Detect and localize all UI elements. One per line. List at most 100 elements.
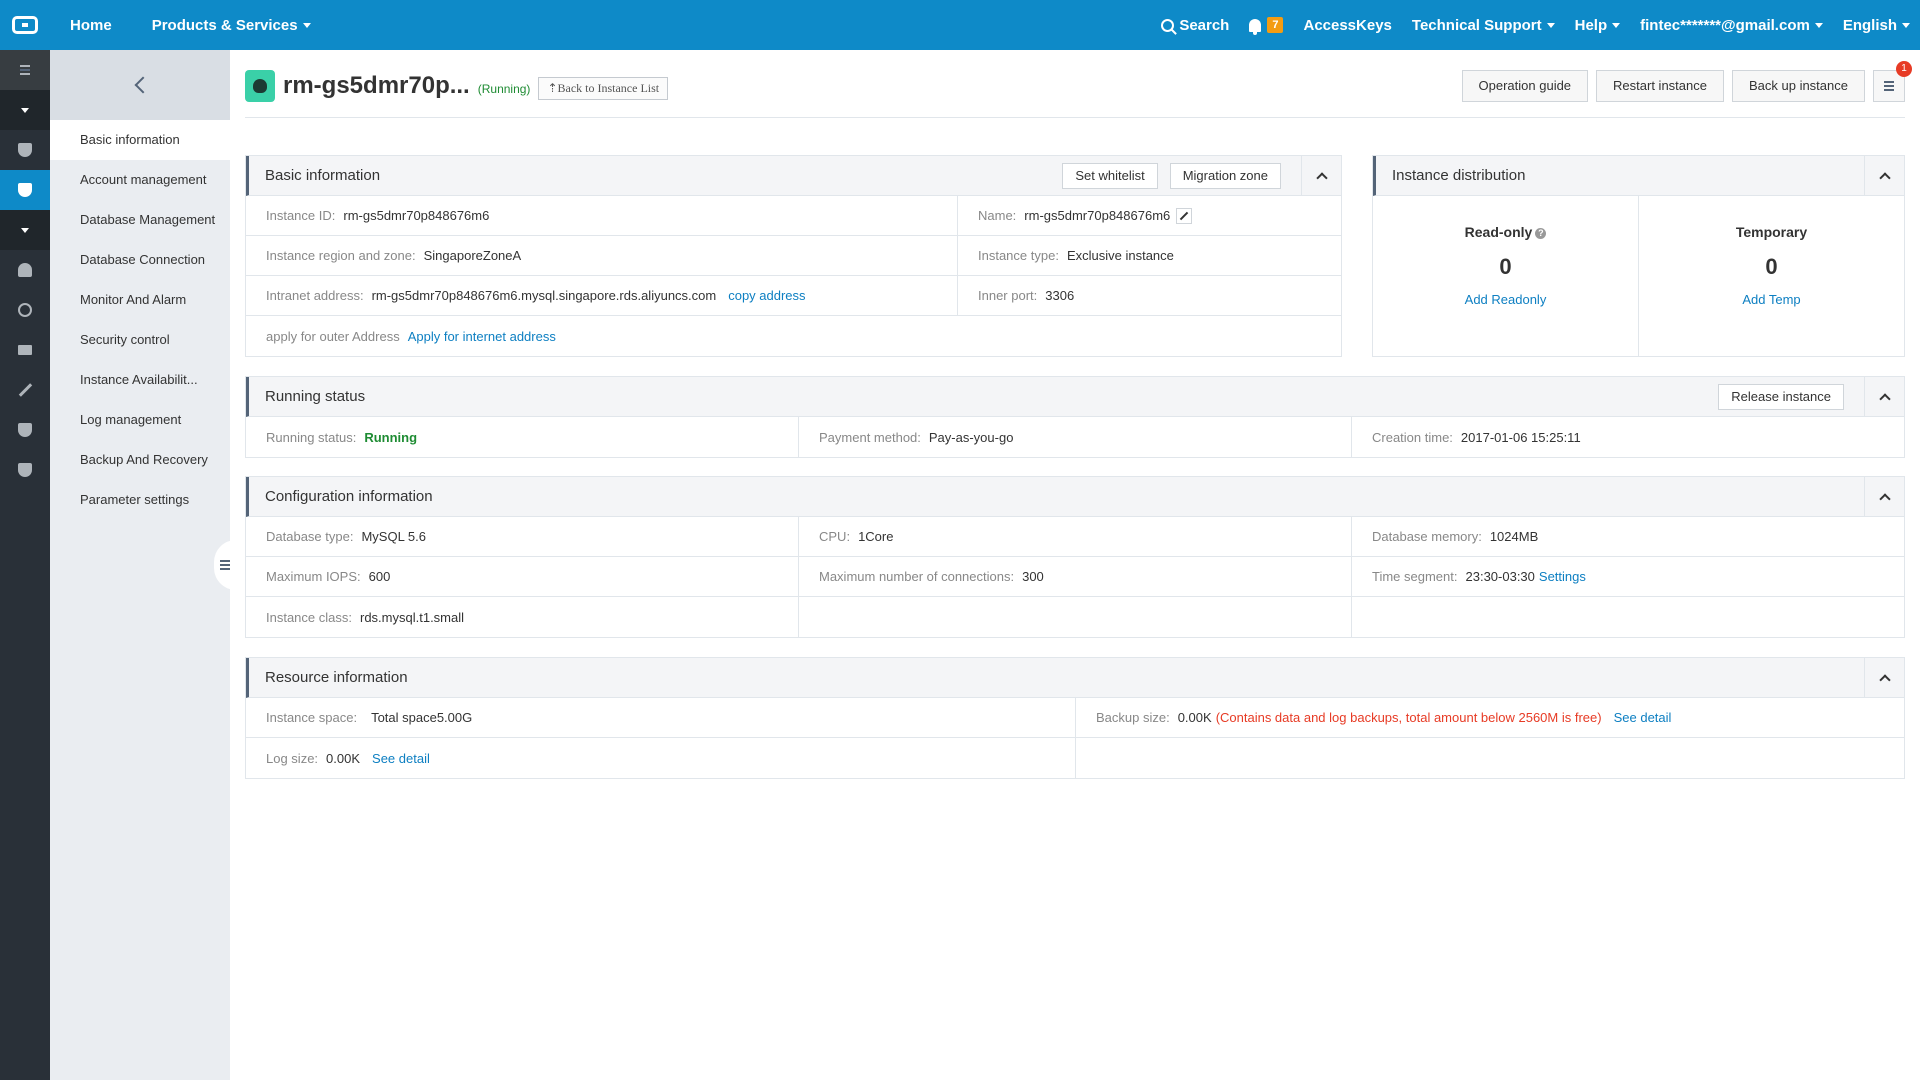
rail-item-edit[interactable] xyxy=(0,370,50,410)
sidebar-item-backup-recovery[interactable]: Backup And Recovery xyxy=(50,440,230,480)
nav-technical-support[interactable]: Technical Support xyxy=(1402,0,1565,50)
memory-value: 1024MB xyxy=(1489,529,1539,544)
chevron-down-icon xyxy=(21,107,29,113)
collapse-config-button[interactable] xyxy=(1864,476,1904,517)
add-readonly-link[interactable]: Add Readonly xyxy=(1373,292,1638,307)
nav-notifications[interactable]: 7 xyxy=(1239,0,1293,50)
sidebar-item-monitor-alarm[interactable]: Monitor And Alarm xyxy=(50,280,230,320)
shield-icon xyxy=(18,463,32,477)
list-icon xyxy=(1884,81,1894,91)
menu-icon xyxy=(220,560,230,570)
aliyun-logo-icon[interactable] xyxy=(0,0,50,50)
rail-item-security[interactable] xyxy=(0,130,50,170)
nav-language-label: English xyxy=(1842,16,1897,34)
outer-address-label: apply for outer Address xyxy=(266,328,400,344)
name-label: Name: xyxy=(978,208,1017,223)
collapse-basic-button[interactable] xyxy=(1301,155,1341,196)
log-size-label: Log size: xyxy=(266,750,319,766)
rail-item-account[interactable] xyxy=(0,250,50,290)
max-connections-value: 300 xyxy=(1022,569,1044,584)
chevron-up-icon xyxy=(1878,673,1891,686)
main-content: rm-gs5dmr70p... (Running) ⇡Back to Insta… xyxy=(230,50,1920,1080)
collapse-running-button[interactable] xyxy=(1864,376,1904,417)
help-icon[interactable]: ? xyxy=(1535,228,1547,239)
copy-address-link[interactable]: copy address xyxy=(728,288,805,303)
menu-toggle-button[interactable] xyxy=(0,50,50,90)
sidebar-item-security-control[interactable]: Security control xyxy=(50,320,230,360)
instance-class-label: Instance class: xyxy=(266,609,352,625)
rail-expand-button[interactable] xyxy=(0,90,50,130)
chevron-down-icon xyxy=(302,22,311,28)
payment-method-label: Payment method: xyxy=(819,429,921,445)
log-see-detail-link[interactable]: See detail xyxy=(372,751,430,766)
max-iops-value: 600 xyxy=(368,569,391,584)
operation-guide-button[interactable]: Operation guide xyxy=(1461,70,1589,102)
rail-item-security-center[interactable] xyxy=(0,450,50,490)
sidebar-back-button[interactable] xyxy=(50,50,230,120)
rail-item-billing[interactable] xyxy=(0,290,50,330)
chevron-up-icon xyxy=(1315,171,1328,184)
nav-language[interactable]: English xyxy=(1833,0,1920,50)
name-value: rm-gs5dmr70p848676m6 xyxy=(1024,208,1171,223)
database-icon xyxy=(18,183,32,197)
cpu-label: CPU: xyxy=(819,529,851,544)
collapse-distribution-button[interactable] xyxy=(1864,155,1904,196)
configuration-panel: Configuration information Database type:… xyxy=(245,476,1905,638)
rail-item-protection[interactable] xyxy=(0,410,50,450)
backup-size-label: Backup size: xyxy=(1096,710,1170,725)
chevron-down-icon xyxy=(21,227,29,233)
sidebar-item-database-connection[interactable]: Database Connection xyxy=(50,240,230,280)
basic-information-panel: Basic information Set whitelist Migratio… xyxy=(245,155,1342,357)
migration-zone-button[interactable]: Migration zone xyxy=(1169,162,1281,189)
rds-instance-icon xyxy=(245,70,275,102)
inner-port-label: Inner port: xyxy=(978,288,1038,303)
rail-expand-button-2[interactable] xyxy=(0,210,50,250)
rail-item-rds[interactable] xyxy=(0,170,50,210)
basic-information-title: Basic information xyxy=(265,167,381,184)
inner-port-value: 3306 xyxy=(1045,288,1075,303)
creation-time-label: Creation time: xyxy=(1372,429,1453,445)
add-temp-link[interactable]: Add Temp xyxy=(1639,292,1904,307)
nav-search[interactable]: Search xyxy=(1151,0,1239,50)
sidebar-item-database-management[interactable]: Database Management xyxy=(50,200,230,240)
nav-help[interactable]: Help xyxy=(1565,0,1631,50)
sidebar-item-basic-information[interactable]: Basic information xyxy=(50,120,230,160)
sidebar-item-account-management[interactable]: Account management xyxy=(50,160,230,200)
product-icon-rail xyxy=(0,50,50,1080)
task-list-button[interactable]: 1 xyxy=(1873,61,1912,102)
running-status-value: Running xyxy=(364,429,418,445)
sidebar-item-log-management[interactable]: Log management xyxy=(50,400,230,440)
nav-access-keys[interactable]: AccessKeys xyxy=(1293,0,1401,50)
readonly-label: Read-only xyxy=(1464,224,1533,240)
collapse-resource-button[interactable] xyxy=(1864,657,1904,698)
memory-label: Database memory: xyxy=(1372,529,1482,544)
instance-id-value: rm-gs5dmr70p848676m6 xyxy=(343,208,490,223)
resource-panel: Resource information Instance space: Tota… xyxy=(245,657,1905,779)
nav-account-label: fintec*******@gmail.com xyxy=(1640,16,1810,34)
nav-account[interactable]: fintec*******@gmail.com xyxy=(1630,0,1833,50)
time-segment-label: Time segment: xyxy=(1372,569,1458,584)
running-status-panel: Running status Release instance Running … xyxy=(245,376,1905,458)
chevron-down-icon xyxy=(1814,22,1823,28)
restart-instance-button[interactable]: Restart instance xyxy=(1596,70,1724,102)
nav-home[interactable]: Home xyxy=(50,0,132,50)
rail-item-messages[interactable] xyxy=(0,330,50,370)
set-whitelist-button[interactable]: Set whitelist xyxy=(1062,162,1158,189)
release-instance-button[interactable]: Release instance xyxy=(1718,383,1844,410)
apply-internet-address-link[interactable]: Apply for internet address xyxy=(408,329,556,344)
nav-products-services[interactable]: Products & Services xyxy=(132,0,331,50)
running-status-title: Running status xyxy=(265,388,366,405)
notification-count-badge: 7 xyxy=(1267,17,1284,33)
instance-space-label: Instance space: xyxy=(266,710,358,725)
backup-see-detail-link[interactable]: See detail xyxy=(1614,710,1672,725)
sidebar-item-instance-availability[interactable]: Instance Availabilit... xyxy=(50,360,230,400)
pen-icon xyxy=(18,383,32,397)
backup-instance-button[interactable]: Back up instance xyxy=(1731,70,1865,102)
mail-icon xyxy=(18,345,32,355)
time-settings-link[interactable]: Settings xyxy=(1539,569,1586,584)
nav-technical-support-label: Technical Support xyxy=(1411,16,1542,34)
edit-icon[interactable] xyxy=(1176,207,1193,224)
sidebar-item-parameter-settings[interactable]: Parameter settings xyxy=(50,480,230,520)
instance-sidebar: Basic information Account management Dat… xyxy=(50,50,230,1080)
back-to-instance-list-button[interactable]: ⇡Back to Instance List xyxy=(538,77,669,100)
